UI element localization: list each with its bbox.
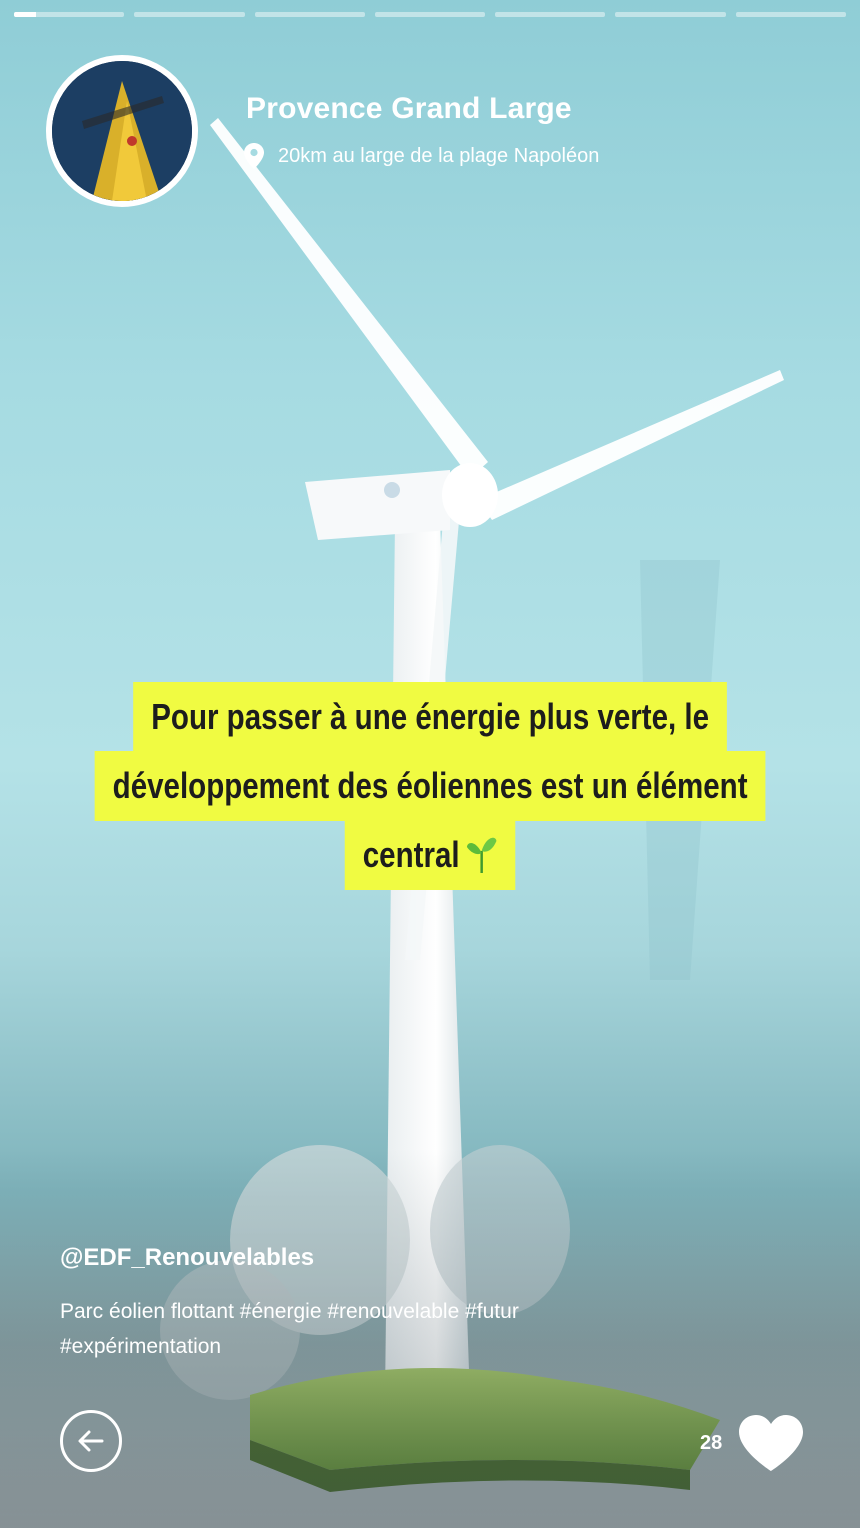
progress-segment: [615, 12, 726, 17]
caption-line-last: central: [344, 820, 516, 890]
progress-segment: [495, 12, 606, 17]
author-handle[interactable]: @EDF_Renouvelables: [60, 1244, 314, 1272]
story-description: Parc éolien flottant #énergie #renouvela…: [60, 1300, 519, 1358]
avatar[interactable]: [46, 55, 198, 207]
caption-line-text: central: [362, 834, 460, 875]
progress-segment: [374, 12, 486, 17]
location-pin-icon: [244, 143, 264, 169]
caption-line: développement des éoliennes est un éléme…: [94, 751, 766, 821]
heart-icon[interactable]: [738, 1414, 804, 1472]
story-progress-bar: [14, 12, 846, 17]
location-row: 20km au large de la plage Napoléon: [244, 143, 599, 169]
story-caption: Pour passer à une énergie plus verte, le…: [0, 682, 860, 890]
turbine-tower-photo: [52, 61, 192, 201]
like-count: 28: [700, 1432, 723, 1454]
story-title: Provence Grand Large: [246, 92, 572, 125]
progress-segment-fill: [14, 12, 37, 17]
arrow-left-icon: [78, 1430, 104, 1452]
progress-segment: [254, 12, 365, 17]
progress-segment: [134, 12, 245, 17]
back-button[interactable]: [60, 1410, 122, 1472]
progress-segment: [735, 12, 846, 17]
progress-segment: [14, 12, 125, 17]
caption-line: Pour passer à une énergie plus verte, le: [133, 682, 727, 752]
location-text: 20km au large de la plage Napoléon: [278, 144, 600, 167]
sprout-icon: [466, 837, 497, 873]
